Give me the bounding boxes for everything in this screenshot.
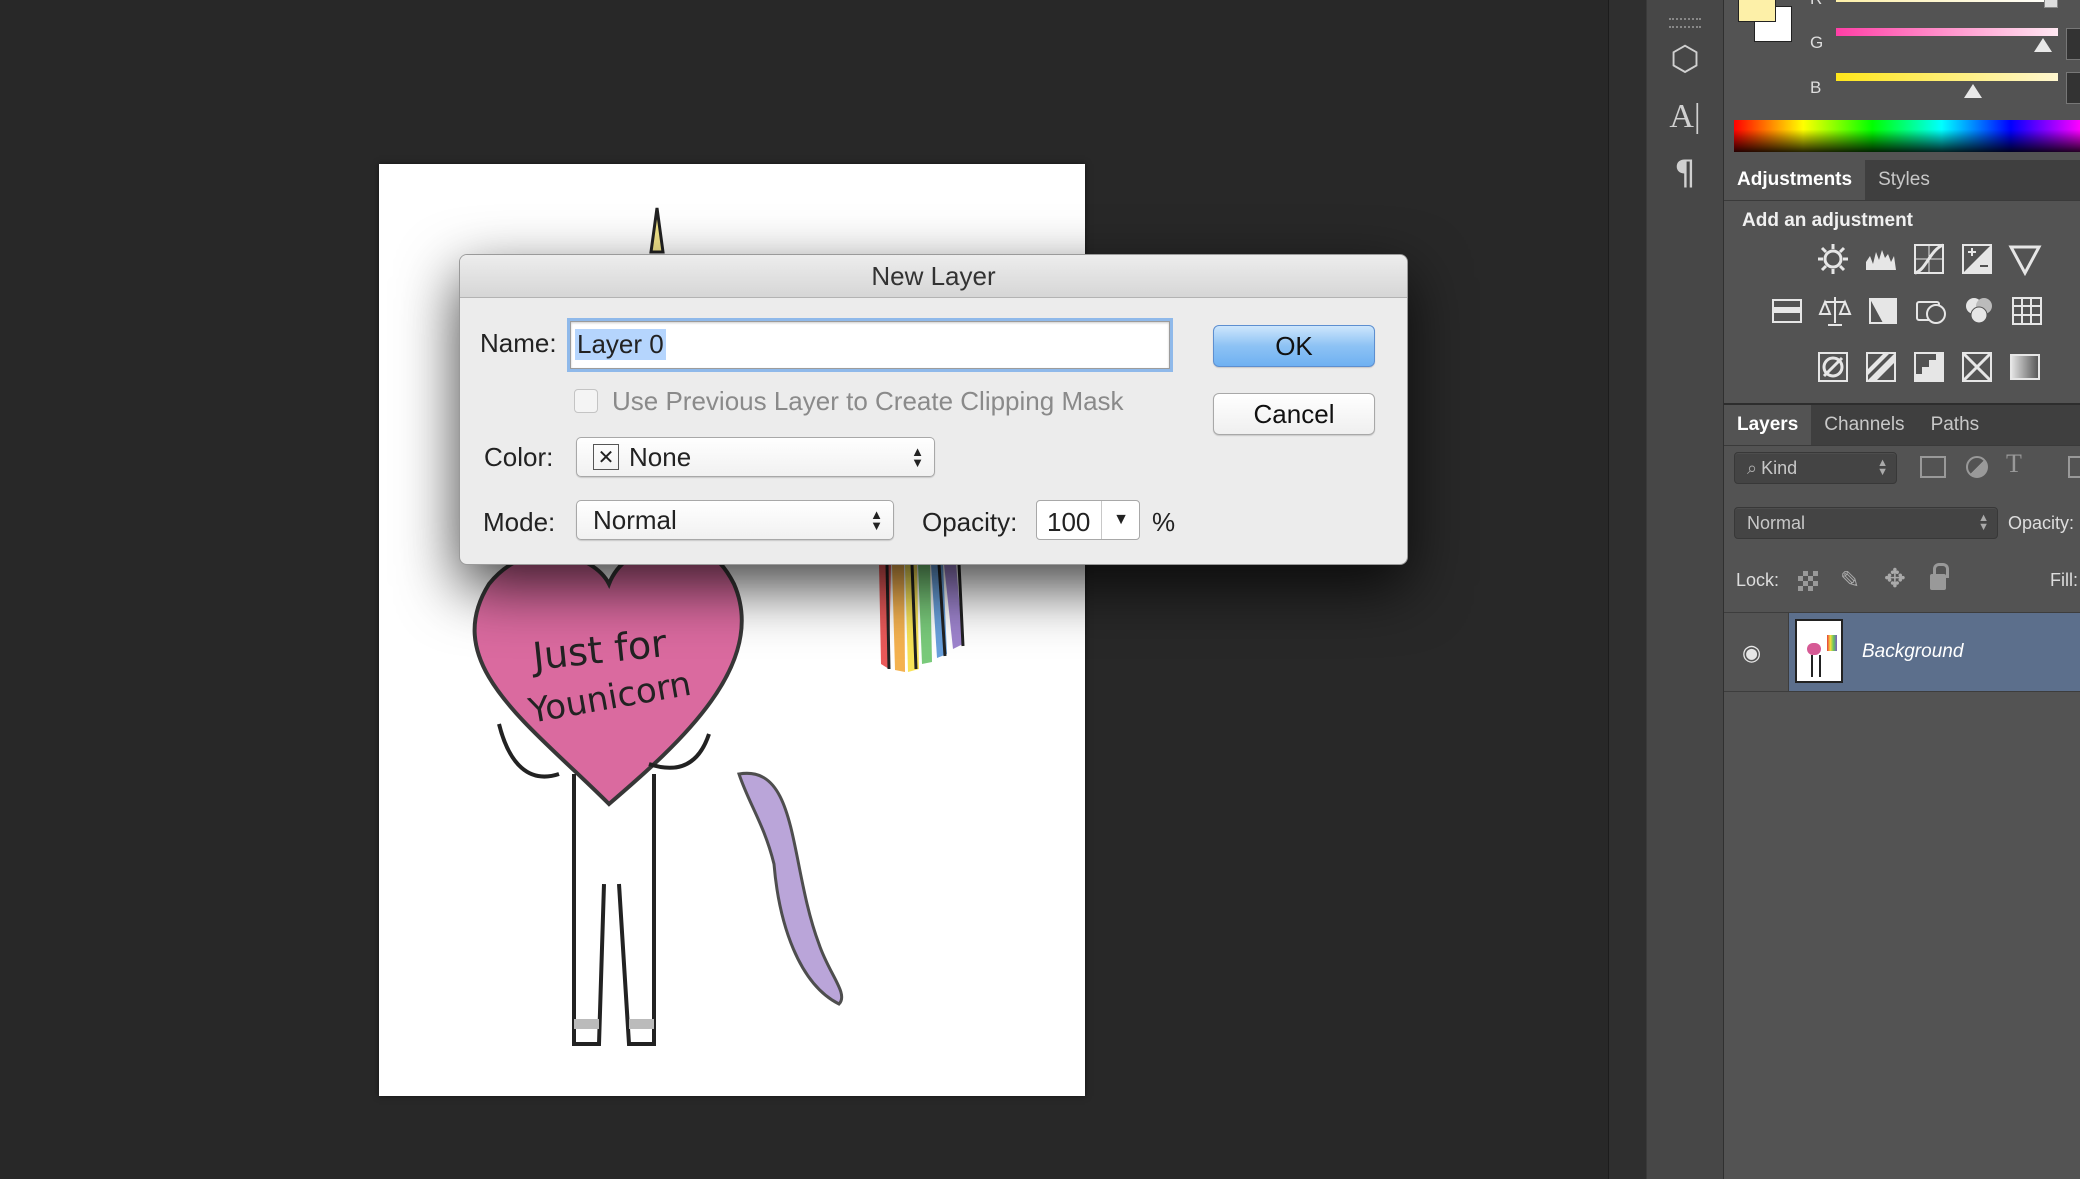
channel-b-value[interactable] bbox=[2066, 72, 2080, 104]
cancel-button[interactable]: Cancel bbox=[1213, 393, 1375, 435]
dock-grip[interactable] bbox=[1669, 18, 1701, 28]
eye-icon[interactable]: ◉ bbox=[1742, 641, 1761, 666]
select-arrows-icon: ▲ ▼ bbox=[870, 507, 883, 533]
color-select-value: None bbox=[629, 441, 692, 472]
layer-opacity-label: Opacity: bbox=[2008, 513, 2075, 533]
layer-row-background[interactable]: ◉ Background bbox=[1724, 612, 2080, 692]
layer-name[interactable]: Background bbox=[1862, 641, 1963, 663]
rainbow-mane bbox=[879, 563, 965, 672]
name-field[interactable]: Layer 0 bbox=[570, 321, 1170, 369]
search-icon: ⌕ bbox=[1747, 457, 1758, 478]
channel-b-label: B bbox=[1810, 78, 1822, 97]
blend-mode-value: Normal bbox=[1747, 512, 1806, 533]
channel-g-value[interactable] bbox=[2066, 28, 2080, 60]
dialog-title: New Layer bbox=[460, 255, 1407, 298]
layer-filter-value: Kind bbox=[1761, 457, 1798, 478]
foreground-swatch-front[interactable] bbox=[1738, 0, 1776, 22]
channel-g-handle[interactable] bbox=[2034, 38, 2052, 52]
clipping-mask-label: Use Previous Layer to Create Clipping Ma… bbox=[612, 386, 1124, 416]
adjustments-heading: Add an adjustment bbox=[1742, 210, 1914, 231]
mode-select[interactable]: Normal ▲ ▼ bbox=[576, 500, 894, 540]
tab-paths[interactable]: Paths bbox=[1918, 405, 1993, 445]
lock-pixels-icon[interactable]: ✎ bbox=[1840, 566, 1860, 595]
gradient-triangle-icon[interactable] bbox=[2008, 242, 2042, 276]
color-select[interactable]: ✕ None ▲ ▼ bbox=[576, 437, 935, 477]
opacity-unit: % bbox=[1152, 507, 1176, 537]
color-label: Color: bbox=[484, 442, 554, 472]
3d-cube-icon[interactable]: ⬡ bbox=[1647, 34, 1723, 84]
channel-b-slider[interactable] bbox=[1836, 73, 2058, 81]
color-lookup-icon[interactable] bbox=[2010, 294, 2044, 328]
name-label: Name: bbox=[480, 328, 557, 358]
select-arrows-icon: ▲ ▼ bbox=[1978, 512, 1989, 533]
fill-label: Fill: bbox=[2050, 570, 2078, 590]
tab-layers[interactable]: Layers bbox=[1724, 405, 1812, 445]
mode-label: Mode: bbox=[483, 507, 556, 537]
heart-shape bbox=[472, 540, 744, 807]
filter-shape-icon[interactable] bbox=[2068, 456, 2080, 478]
black-white-icon[interactable] bbox=[1866, 294, 1900, 328]
lock-shackle bbox=[1933, 563, 1949, 578]
threshold-icon[interactable] bbox=[1912, 350, 1946, 384]
channel-g-slider[interactable] bbox=[1836, 28, 2058, 36]
lock-transparency-icon[interactable] bbox=[1798, 571, 1818, 591]
filter-type-icon[interactable]: T bbox=[2006, 449, 2022, 479]
opacity-value: 100 bbox=[1047, 507, 1091, 537]
channel-g-label: G bbox=[1810, 33, 1824, 52]
filter-adjustment-icon[interactable] bbox=[1966, 456, 1988, 478]
adjustment-icons-row-2 bbox=[1770, 294, 2044, 328]
color-panel: R G B bbox=[1724, 0, 2080, 160]
photo-filter-icon[interactable] bbox=[1914, 294, 1948, 328]
adjustments-tabbar: Adjustments Styles bbox=[1724, 160, 2080, 201]
curves-icon[interactable] bbox=[1912, 242, 1946, 276]
selective-color-icon[interactable] bbox=[1960, 350, 1994, 384]
opacity-dropdown-icon[interactable]: ▼ bbox=[1101, 501, 1140, 539]
invert-icon[interactable] bbox=[1816, 350, 1850, 384]
select-arrows-icon: ▲ ▼ bbox=[911, 444, 924, 470]
name-field-value: Layer 0 bbox=[575, 329, 666, 360]
opacity-field[interactable]: 100 ▼ bbox=[1036, 500, 1140, 540]
vibrance-icon[interactable] bbox=[1770, 294, 1804, 328]
select-arrows-icon: ▲ ▼ bbox=[1877, 457, 1888, 478]
unicorn-legs bbox=[572, 774, 656, 1046]
layers-tabbar: Layers Channels Paths bbox=[1724, 403, 2080, 446]
unicorn-tail bbox=[737, 771, 844, 1006]
channel-b-handle[interactable] bbox=[1964, 84, 1982, 98]
levels-icon[interactable] bbox=[1864, 242, 1898, 276]
new-layer-dialog: New Layer Name: Layer 0 Use Previous Lay… bbox=[459, 254, 1408, 565]
unicorn-horn bbox=[649, 207, 665, 254]
right-panels: R G B Adjustments Styles Add an adjustme… bbox=[1724, 0, 2080, 1179]
adjustment-icons-row-3 bbox=[1816, 350, 2042, 384]
clipping-mask-checkbox[interactable] bbox=[574, 389, 598, 413]
tab-channels[interactable]: Channels bbox=[1811, 405, 1917, 445]
posterize-icon[interactable] bbox=[1864, 350, 1898, 384]
adjustment-icons-row-1 bbox=[1816, 242, 2042, 276]
character-icon[interactable]: A| bbox=[1647, 92, 1723, 142]
gradient-map-icon[interactable] bbox=[2008, 350, 2042, 384]
channel-r-label: R bbox=[1810, 0, 1822, 9]
channel-mixer-icon[interactable] bbox=[1962, 294, 1996, 328]
lock-label: Lock: bbox=[1736, 570, 1780, 590]
paragraph-icon[interactable]: ¶ bbox=[1647, 148, 1723, 198]
layer-thumbnail bbox=[1795, 619, 1843, 683]
layer-filter-select[interactable]: ⌕ Kind ▲ ▼ bbox=[1734, 452, 1897, 484]
channel-r-handle[interactable] bbox=[2044, 0, 2058, 8]
mode-select-value: Normal bbox=[593, 504, 677, 535]
tab-styles[interactable]: Styles bbox=[1865, 160, 1943, 200]
opacity-label: Opacity: bbox=[922, 507, 1018, 537]
none-color-swatch-icon: ✕ bbox=[593, 444, 619, 470]
channel-r-slider[interactable] bbox=[1836, 0, 2058, 2]
blend-mode-select[interactable]: Normal ▲ ▼ bbox=[1734, 507, 1998, 539]
filter-pixel-icon[interactable] bbox=[1920, 456, 1946, 478]
exposure-icon[interactable] bbox=[1960, 242, 1994, 276]
ok-button[interactable]: OK bbox=[1213, 325, 1375, 367]
brightness-contrast-icon[interactable] bbox=[1816, 242, 1850, 276]
spectrum-shade bbox=[1734, 120, 2080, 152]
lock-position-icon[interactable]: ✥ bbox=[1884, 564, 1906, 594]
panel-dock: ⬡ A| ¶ bbox=[1646, 0, 1725, 1179]
color-balance-icon[interactable] bbox=[1818, 294, 1852, 328]
panel-gutter bbox=[1608, 0, 1647, 1179]
tab-adjustments[interactable]: Adjustments bbox=[1724, 160, 1866, 200]
